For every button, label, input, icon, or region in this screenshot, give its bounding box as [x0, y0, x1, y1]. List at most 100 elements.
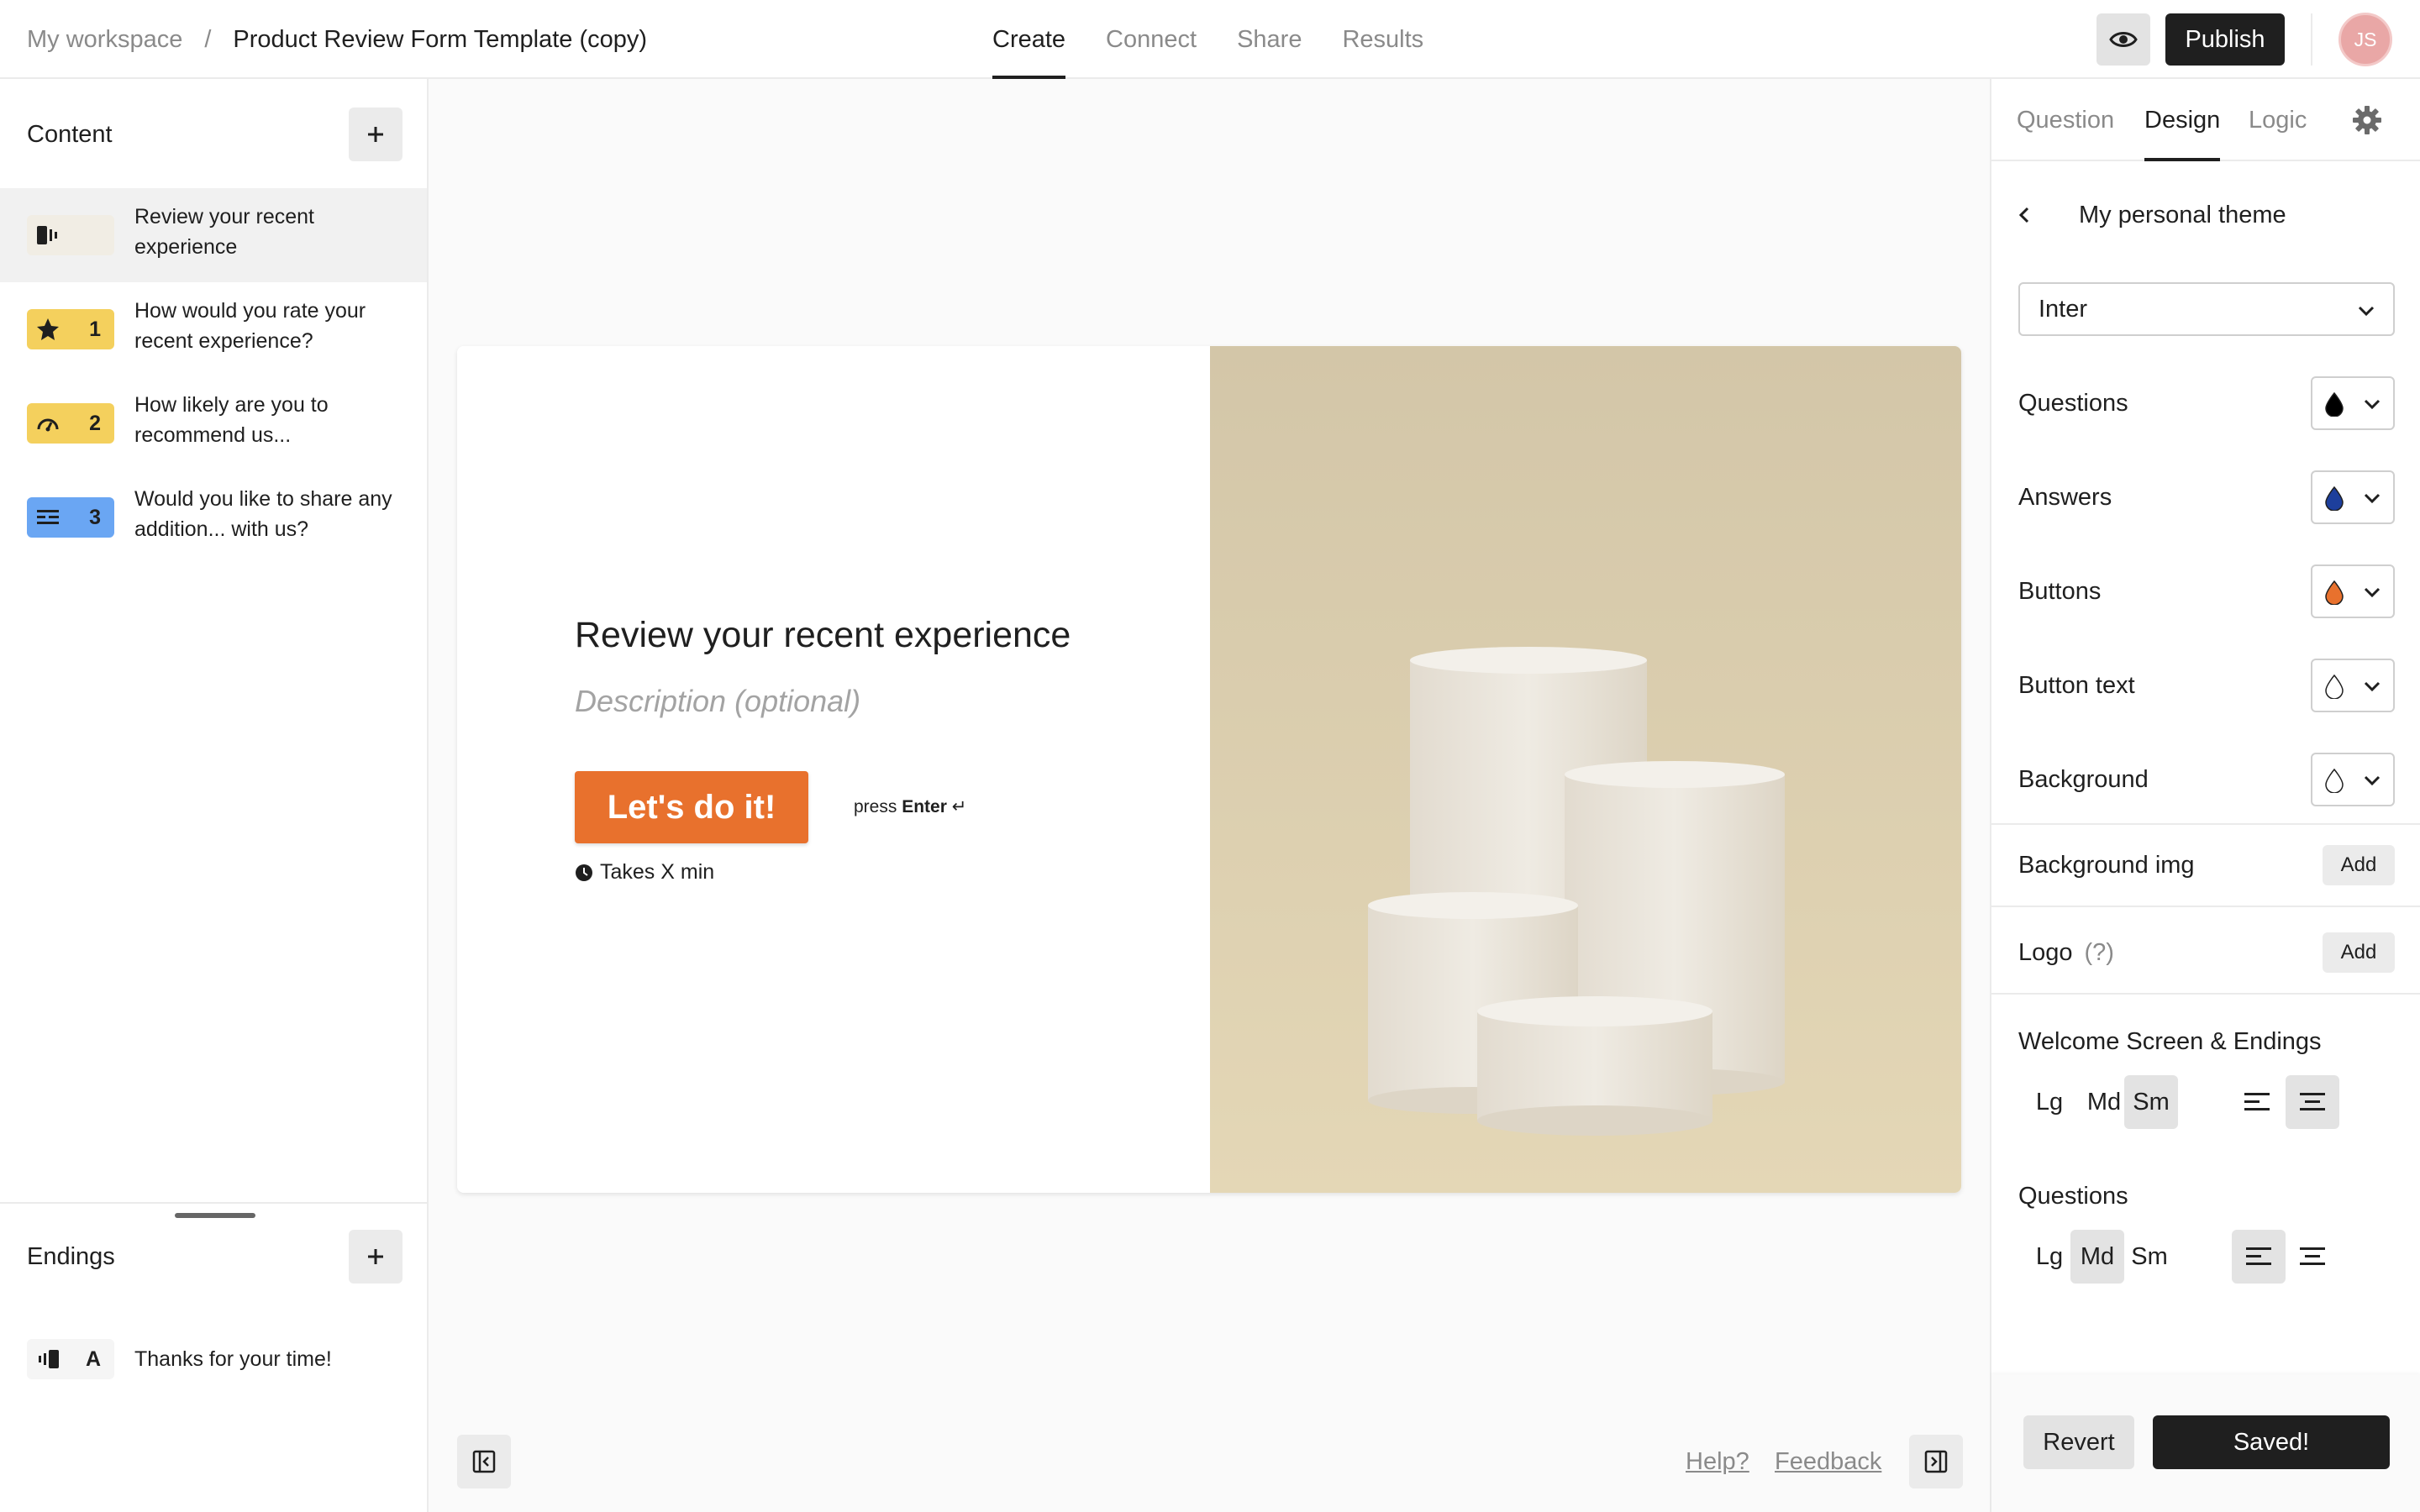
content-item-nps[interactable]: 2 How likely are you to recommend us...	[0, 376, 427, 470]
welcome-align-left-button[interactable]	[2230, 1075, 2284, 1129]
welcome-content: Review your recent experience Descriptio…	[457, 346, 1210, 1193]
theme-name: My personal theme	[2079, 202, 2286, 228]
start-button[interactable]: Let's do it!	[575, 771, 808, 843]
divider	[1991, 993, 2420, 995]
tab-question[interactable]: Question	[2017, 79, 2114, 161]
content-section-title: Content	[27, 120, 113, 148]
tab-results[interactable]: Results	[1342, 0, 1423, 79]
content-sidebar: Content Review your recent experience 1 …	[0, 79, 429, 1512]
theme-back-button[interactable]	[2015, 197, 2035, 234]
questions-align-left-button[interactable]	[2232, 1230, 2286, 1284]
tab-logic[interactable]: Logic	[2249, 79, 2307, 161]
question-size-sm[interactable]: Sm	[2126, 1230, 2173, 1284]
help-link[interactable]: Help?	[1686, 1441, 1749, 1482]
droplet-icon	[2325, 768, 2344, 793]
add-content-button[interactable]	[349, 108, 402, 161]
tab-connect[interactable]: Connect	[1106, 0, 1197, 79]
align-left-icon	[2244, 1093, 2270, 1110]
save-button[interactable]: Saved!	[2153, 1415, 2390, 1469]
avatar[interactable]: JS	[2338, 13, 2392, 66]
welcome-size-lg[interactable]: Lg	[2028, 1075, 2070, 1129]
enter-key-icon: ↵	[951, 797, 967, 816]
gauge-icon	[37, 418, 59, 432]
time-to-complete: Takes X min	[575, 860, 714, 885]
buttons-color-picker[interactable]	[2311, 564, 2395, 618]
color-row-background: Background	[2018, 753, 2395, 806]
breadcrumb-separator: /	[204, 25, 212, 53]
feedback-link[interactable]: Feedback	[1775, 1441, 1881, 1482]
chevron-down-icon	[2364, 587, 2381, 598]
publish-button[interactable]: Publish	[2165, 13, 2285, 66]
ending-item-label: Thanks for your time!	[134, 1347, 332, 1371]
tab-create[interactable]: Create	[992, 0, 1066, 79]
ending-letter: A	[85, 1347, 101, 1371]
content-item-rating[interactable]: 1 How would you rate your recent experie…	[0, 282, 427, 376]
preview-button[interactable]	[2096, 13, 2150, 66]
tab-share[interactable]: Share	[1237, 0, 1302, 79]
press-enter-hint: press Enter ↵	[854, 796, 966, 817]
question-badge-2: 2	[27, 403, 114, 444]
background-image-row: Background img Add	[2018, 845, 2395, 885]
content-item-welcome[interactable]: Review your recent experience	[0, 188, 427, 282]
logo-label: Logo (?)	[2018, 932, 2114, 973]
plus-icon	[368, 1249, 383, 1264]
welcome-screen-icon	[37, 226, 57, 244]
revert-button[interactable]: Revert	[2023, 1415, 2134, 1469]
star-icon	[37, 318, 59, 340]
divider	[1991, 823, 2420, 825]
droplet-icon	[2325, 580, 2344, 605]
ending-item[interactable]: A Thanks for your time!	[0, 1312, 427, 1406]
logo-row: Logo (?) Add	[2018, 932, 2395, 973]
top-bar: My workspace / Product Review Form Templ…	[0, 0, 2420, 79]
color-label: Answers	[2018, 484, 2112, 511]
add-ending-button[interactable]	[349, 1230, 402, 1284]
welcome-screen-card: Review your recent experience Descriptio…	[457, 346, 1961, 1193]
press-label: press	[854, 797, 897, 816]
welcome-size-md[interactable]: Md	[2081, 1075, 2128, 1129]
color-label: Buttons	[2018, 578, 2102, 605]
align-left-icon	[2246, 1247, 2271, 1265]
content-item-long-text[interactable]: 3 Would you like to share any addition..…	[0, 470, 427, 564]
chevron-down-icon	[2364, 399, 2381, 410]
content-item-label: Review your recent experience	[134, 205, 314, 259]
welcome-size-sm[interactable]: Sm	[2124, 1075, 2178, 1129]
droplet-icon	[2325, 391, 2344, 417]
welcome-align-center-button[interactable]	[2286, 1075, 2339, 1129]
questions-size-label: Questions	[2018, 1183, 2128, 1210]
question-number: 2	[89, 412, 101, 435]
chevron-down-icon	[2358, 306, 2375, 317]
question-size-md[interactable]: Md	[2070, 1230, 2124, 1284]
questions-align-center-button[interactable]	[2286, 1230, 2339, 1284]
panel-tabs: Question Design Logic	[1991, 79, 2420, 161]
font-select[interactable]: Inter	[2018, 282, 2395, 336]
question-badge-3: 3	[27, 497, 114, 538]
podium-image	[1210, 346, 1961, 1193]
add-background-image-button[interactable]: Add	[2323, 845, 2395, 885]
add-logo-button[interactable]: Add	[2323, 932, 2395, 973]
collapse-right-panel-button[interactable]	[1909, 1435, 1963, 1488]
collapse-left-panel-button[interactable]	[457, 1435, 511, 1488]
color-label: Questions	[2018, 390, 2128, 417]
form-canvas: Review your recent experience Descriptio…	[429, 79, 1990, 1512]
plus-icon	[368, 127, 383, 142]
content-item-label: Would you like to share any addition... …	[134, 487, 392, 541]
chevron-down-icon	[2364, 681, 2381, 692]
clock-icon	[576, 864, 592, 881]
welcome-image[interactable]	[1210, 346, 1961, 1193]
divider	[1991, 906, 2420, 907]
background-color-picker[interactable]	[2311, 753, 2395, 806]
answers-color-picker[interactable]	[2311, 470, 2395, 524]
logo-help-hint[interactable]: (?)	[2085, 939, 2114, 966]
design-panel-footer: Revert Saved!	[1991, 1374, 2420, 1512]
tab-design[interactable]: Design	[2144, 79, 2221, 161]
resize-handle[interactable]	[175, 1213, 255, 1218]
questions-color-picker[interactable]	[2311, 376, 2395, 430]
form-title[interactable]: Product Review Form Template (copy)	[233, 26, 647, 54]
welcome-title[interactable]: Review your recent experience	[575, 615, 1071, 656]
eye-icon	[2109, 32, 2138, 47]
description-field[interactable]: Description (optional)	[575, 684, 860, 719]
button-text-color-picker[interactable]	[2311, 659, 2395, 712]
breadcrumb-workspace-link[interactable]: My workspace	[27, 26, 182, 54]
question-size-lg[interactable]: Lg	[2028, 1230, 2070, 1284]
gear-icon[interactable]	[2351, 104, 2383, 136]
